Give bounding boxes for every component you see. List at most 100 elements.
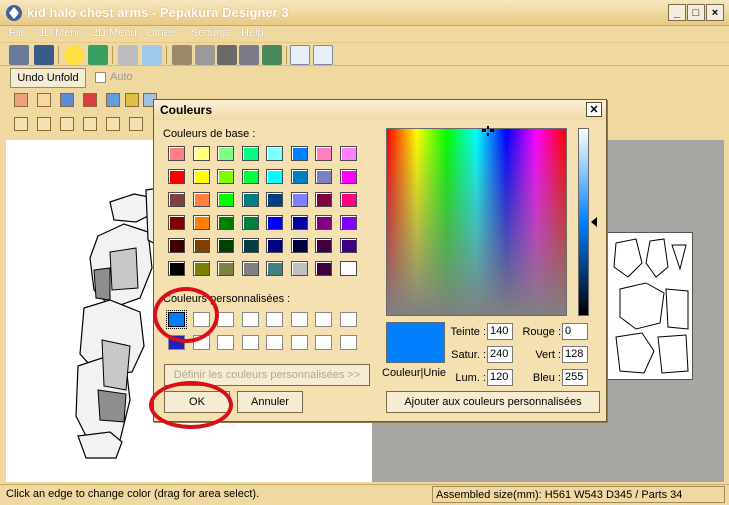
page-layout-icon[interactable] [313,45,333,65]
minimize-button[interactable]: _ [668,4,686,21]
flap-icon[interactable] [106,93,120,107]
menu-others[interactable]: Others [146,27,179,39]
add-custom-color-button[interactable]: Ajouter aux couleurs personnalisées [386,391,600,413]
basic-color-swatch[interactable] [241,192,259,207]
green-field[interactable]: 128 [562,346,588,363]
luminosity-arrow-icon[interactable] [591,217,597,227]
basic-color-swatch[interactable] [315,169,332,184]
basic-color-swatch[interactable] [217,261,234,276]
basic-color-swatch[interactable] [168,238,185,253]
align-top-icon[interactable] [83,117,97,131]
align-right-icon[interactable] [60,117,74,131]
custom-color-swatch[interactable] [217,312,234,327]
unfold-icon[interactable] [262,45,282,65]
custom-color-swatch[interactable] [339,312,357,327]
basic-color-swatch[interactable] [339,146,357,161]
basic-color-swatch[interactable] [315,261,332,276]
basic-color-swatch[interactable] [315,146,332,161]
join-edge-icon[interactable] [37,93,51,107]
anchor-icon[interactable] [217,45,237,65]
maximize-button[interactable]: □ [687,4,705,21]
basic-color-swatch[interactable] [192,238,210,253]
basic-color-swatch[interactable] [168,215,185,230]
book-icon[interactable] [290,45,310,65]
basic-color-swatch[interactable] [241,238,259,253]
basic-color-swatch[interactable] [266,238,283,253]
menu-3d[interactable]: 3D Menu [38,27,83,39]
basic-color-swatch[interactable] [339,192,357,207]
custom-color-swatch[interactable] [315,335,332,350]
menu-settings[interactable]: Settings [191,27,231,39]
basic-color-swatch[interactable] [266,146,283,161]
basic-color-swatch[interactable] [168,169,185,184]
basic-color-swatch[interactable] [192,261,210,276]
basic-color-swatch[interactable] [339,169,357,184]
basic-color-swatch[interactable] [290,238,308,253]
box-icon[interactable] [118,45,138,65]
open-icon[interactable] [9,45,29,65]
basic-color-swatch[interactable] [217,238,234,253]
basic-color-swatch[interactable] [315,238,332,253]
split-icon[interactable] [239,45,259,65]
basic-color-swatch[interactable] [339,261,357,276]
custom-color-swatch[interactable] [241,335,259,350]
basic-color-swatch[interactable] [217,146,234,161]
basic-color-swatch[interactable] [290,169,308,184]
hue-field[interactable]: 140 [487,323,513,340]
basic-color-swatch[interactable] [290,215,308,230]
basic-color-swatch[interactable] [290,192,308,207]
scale-icon[interactable] [125,93,139,107]
lightbulb-icon[interactable] [64,45,84,65]
sat-field[interactable]: 240 [487,346,513,363]
basic-color-swatch[interactable] [290,261,308,276]
basic-color-swatch[interactable] [241,146,259,161]
auto-checkbox[interactable] [95,72,106,83]
basic-color-swatch[interactable] [192,192,210,207]
select-icon[interactable] [14,93,28,107]
hue-saturation-spectrum[interactable] [386,128,567,316]
basic-color-swatch[interactable] [315,215,332,230]
align-bottom-icon[interactable] [129,117,143,131]
custom-color-swatch[interactable] [315,312,332,327]
custom-color-swatch[interactable] [241,312,259,327]
dialog-close-button[interactable]: ✕ [586,102,602,117]
close-button[interactable]: × [706,4,724,21]
basic-color-swatch[interactable] [241,215,259,230]
basic-color-swatch[interactable] [217,192,234,207]
align-middle-icon[interactable] [106,117,120,131]
custom-color-swatch[interactable] [266,312,283,327]
basic-color-swatch[interactable] [266,169,283,184]
texture-icon[interactable] [60,93,74,107]
menu-2d[interactable]: 2D Menu [92,27,137,39]
align-left-icon[interactable] [14,117,28,131]
texture-cube-icon[interactable] [88,45,108,65]
custom-color-swatch[interactable] [290,335,308,350]
custom-color-swatch[interactable] [217,335,234,350]
save-icon[interactable] [34,45,54,65]
lum-field[interactable]: 120 [487,369,513,386]
basic-color-swatch[interactable] [168,192,185,207]
menu-file[interactable]: File [9,27,27,39]
basic-color-swatch[interactable] [266,192,283,207]
red-field[interactable]: 0 [562,323,588,340]
basic-color-swatch[interactable] [315,192,332,207]
basic-color-swatch[interactable] [192,169,210,184]
custom-color-swatch[interactable] [266,335,283,350]
custom-color-swatch[interactable] [290,312,308,327]
menu-help[interactable]: Help [241,27,264,39]
undo-unfold-button[interactable]: Undo Unfold [10,68,86,88]
basic-color-swatch[interactable] [168,261,185,276]
pencil-icon[interactable] [172,45,192,65]
cylinder-icon[interactable] [195,45,215,65]
basic-color-swatch[interactable] [241,261,259,276]
basic-color-swatch[interactable] [241,169,259,184]
custom-color-swatch[interactable] [339,335,357,350]
basic-color-swatch[interactable] [339,215,357,230]
basic-color-swatch[interactable] [290,146,308,161]
basic-color-swatch[interactable] [217,215,234,230]
align-center-icon[interactable] [37,117,51,131]
luminosity-bar[interactable] [578,128,589,316]
basic-color-swatch[interactable] [266,261,283,276]
paper-box-icon[interactable] [142,45,162,65]
cancel-button[interactable]: Annuler [237,391,303,413]
